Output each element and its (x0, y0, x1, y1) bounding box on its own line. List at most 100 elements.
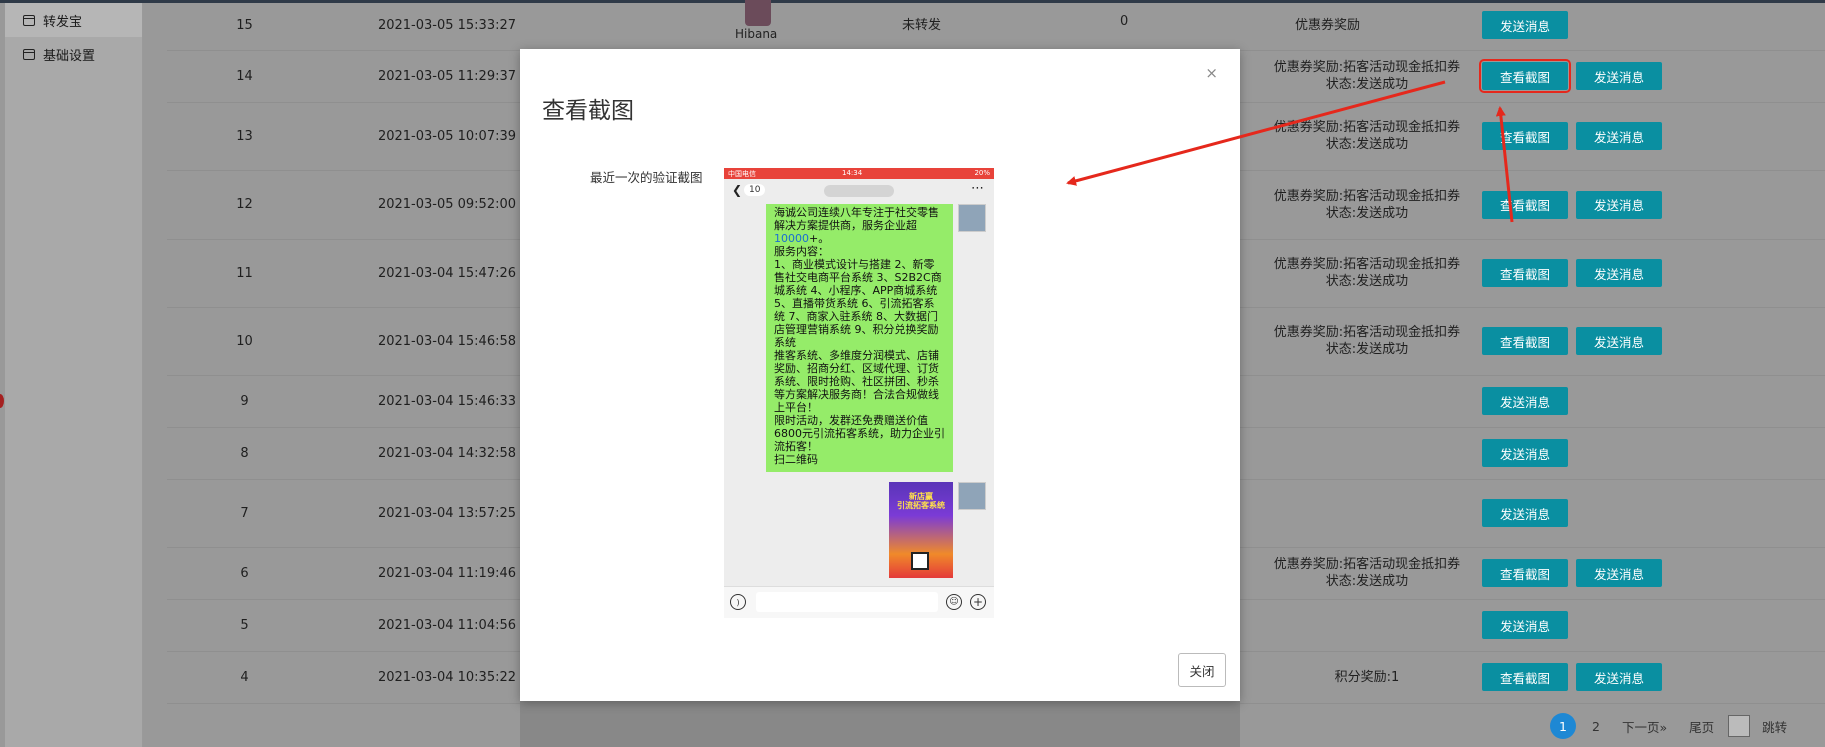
row-status: 积分奖励:1 (1334, 669, 1400, 685)
sidebar-item-label: 基础设置 (43, 48, 96, 64)
view-screenshot-button[interactable]: 查看截图 (1482, 122, 1569, 150)
unread-badge: 10 (744, 184, 766, 196)
blurred-chat-name (824, 185, 894, 197)
row-id: 11 (236, 265, 253, 281)
screenshot-modal: × 查看截图 最近一次的验证截图 中国电信 14:34 20% ❮ 10 ⋯ 海… (520, 49, 1240, 701)
chat-message-bubble: 海诚公司连续八年专注于社交零售解决方案提供商，服务企业超10000+。 服务内容… (766, 204, 953, 472)
row-status: 优惠券奖励:拓客活动现金抵扣券 状态:发送成功 (1273, 257, 1461, 289)
row-id: 4 (240, 669, 249, 685)
avatar (745, 0, 771, 26)
row-status: 优惠券奖励:拓客活动现金抵扣券 状态:发送成功 (1273, 188, 1461, 221)
view-screenshot-button[interactable]: 查看截图 (1478, 59, 1572, 93)
view-screenshot-button[interactable]: 查看截图 (1482, 190, 1569, 219)
forward-status: 未转发 (902, 18, 942, 33)
chat-header: ❮ 10 ⋯ (724, 179, 994, 203)
modal-title: 查看截图 (542, 98, 634, 124)
send-message-button[interactable]: 发送消息 (1576, 122, 1663, 150)
row-status: 优惠券奖励:拓客活动现金抵扣券 状态:发送成功 (1273, 120, 1461, 152)
row-actions: 查看截图 发送消息 (1482, 239, 1670, 307)
row-actions: 发送消息 (1482, 599, 1576, 651)
send-message-button[interactable]: 发送消息 (1576, 663, 1663, 691)
jump-button[interactable]: 跳转 (1762, 717, 1787, 736)
close-icon[interactable]: × (1205, 64, 1218, 82)
nickname: Hibana (735, 27, 778, 41)
view-screenshot-button[interactable]: 查看截图 (1482, 663, 1569, 691)
send-message-button[interactable]: 发送消息 (1482, 11, 1569, 39)
row-actions: 查看截图 发送消息 (1482, 547, 1670, 599)
row-status: 优惠券奖励:拓客活动现金抵扣券 状态:发送成功 (1273, 325, 1461, 357)
back-chevron-icon: ❮ (732, 183, 743, 197)
table-icon (23, 48, 35, 60)
row-id: 15 (236, 17, 253, 33)
next-page-link[interactable]: 下一页» (1622, 717, 1667, 736)
row-id: 8 (240, 445, 249, 461)
row-actions: 发送消息 (1482, 479, 1576, 547)
row-actions: 查看截图 发送消息 (1482, 102, 1670, 170)
chat-input-field (756, 592, 938, 612)
avatar (958, 204, 986, 232)
sidebar-item-label: 转发宝 (43, 14, 83, 30)
row-id: 9 (240, 393, 249, 409)
chat-input-bar: ) ☺ + (724, 586, 994, 618)
edge-indicator (0, 394, 4, 408)
send-message-button[interactable]: 发送消息 (1482, 387, 1569, 415)
page-1-button[interactable]: 1 (1550, 713, 1576, 739)
message-text-rest: +。 服务内容： 1、商业模式设计与搭建 2、新零售社交电商平台系统 3、S2B… (774, 232, 945, 466)
view-screenshot-button[interactable]: 查看截图 (1482, 327, 1569, 355)
table-row: 15 2021-03-05 15:33:27 发送消息 Hibana 未转发 0 优惠券奖励 (167, 0, 1825, 51)
sidebar-item-zhuanfabao[interactable]: 转发宝 (5, 3, 142, 37)
send-message-button[interactable]: 发送消息 (1482, 611, 1569, 639)
row-actions: 发送消息 (1482, 375, 1576, 427)
view-screenshot-button[interactable]: 查看截图 (1482, 559, 1569, 587)
message-text: 海诚公司连续八年专注于社交零售解决方案提供商，服务企业超 (774, 206, 939, 232)
emoji-icon: ☺ (946, 594, 962, 610)
row-actions: 查看截图 发送消息 (1478, 50, 1670, 102)
send-message-button[interactable]: 发送消息 (1576, 259, 1663, 287)
avatar (958, 482, 986, 510)
row-id: 6 (240, 565, 249, 581)
row-status: 优惠券奖励:拓客活动现金抵扣券 状态:发送成功 (1273, 557, 1461, 589)
forward-count: 0 (1120, 14, 1129, 29)
send-message-button[interactable]: 发送消息 (1576, 327, 1663, 355)
row-time: 2021-03-05 15:33:27 (377, 17, 517, 33)
verification-screenshot: 中国电信 14:34 20% ❮ 10 ⋯ 海诚公司连续八年专注于社交零售解决方… (724, 168, 994, 618)
row-id: 13 (236, 128, 253, 144)
clock-text: 14:34 (842, 169, 863, 177)
send-message-button[interactable]: 发送消息 (1576, 190, 1663, 219)
row-actions: 发送消息 (1482, 427, 1576, 479)
qr-code-icon (911, 552, 929, 570)
battery-text: 20% (974, 169, 990, 177)
row-id: 5 (240, 617, 249, 633)
modal-shadow-area (520, 700, 1240, 747)
send-message-button[interactable]: 发送消息 (1482, 499, 1569, 527)
row-id: 12 (236, 197, 253, 212)
close-button[interactable]: 关闭 (1178, 653, 1226, 687)
row-actions: 发送消息 (1482, 0, 1576, 50)
sidebar: 转发宝 基础设置 (5, 3, 143, 747)
page-jump-input[interactable] (1728, 715, 1751, 737)
row-status: 优惠券奖励:拓客活动现金抵扣券 状态:发送成功 (1273, 60, 1461, 92)
row-actions: 查看截图 发送消息 (1482, 307, 1670, 375)
row-id: 14 (236, 68, 253, 84)
reward-type: 优惠券奖励 (1295, 18, 1361, 33)
promo-image: 新店赢 引流拓客系统 (889, 482, 953, 578)
row-id: 7 (240, 505, 249, 521)
send-message-button[interactable]: 发送消息 (1576, 62, 1663, 90)
message-highlight: 10000 (774, 232, 809, 245)
sidebar-item-basic-settings[interactable]: 基础设置 (5, 37, 142, 71)
send-message-button[interactable]: 发送消息 (1576, 559, 1663, 587)
more-icon: ⋯ (971, 181, 984, 196)
page-2-button[interactable]: 2 (1592, 719, 1600, 734)
last-page-link[interactable]: 尾页 (1689, 717, 1714, 736)
view-screenshot-button[interactable]: 查看截图 (1482, 259, 1569, 287)
carrier-text: 中国电信 (728, 170, 756, 178)
table-icon (23, 14, 35, 26)
screenshot-label: 最近一次的验证截图 (590, 170, 703, 185)
plus-icon: + (970, 594, 986, 610)
send-message-button[interactable]: 发送消息 (1482, 439, 1569, 467)
row-actions: 查看截图 发送消息 (1482, 170, 1670, 239)
voice-icon: ) (730, 594, 746, 610)
row-id: 10 (236, 333, 253, 349)
phone-status-bar: 中国电信 14:34 20% (724, 168, 994, 179)
row-actions: 查看截图 发送消息 (1482, 651, 1670, 703)
